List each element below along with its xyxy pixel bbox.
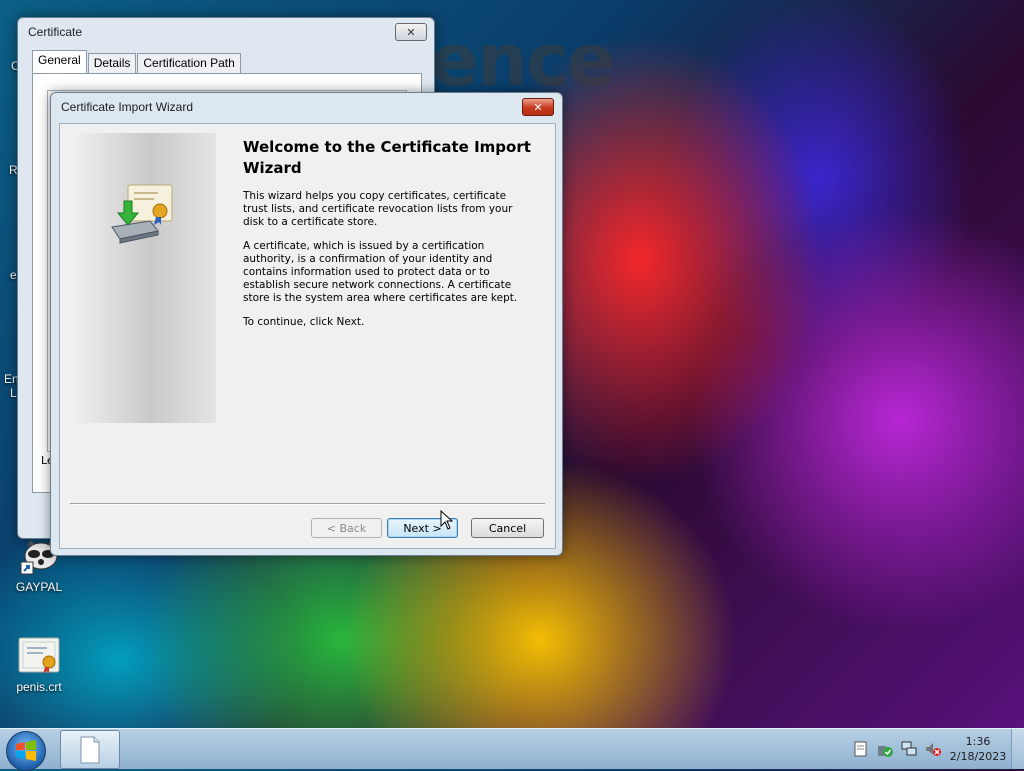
cancel-button[interactable]: Cancel xyxy=(471,518,544,538)
certificate-import-wizard-window[interactable]: Certificate Import Wizard ✕ Welcome to t… xyxy=(50,92,563,556)
wizard-paragraph: To continue, click Next. xyxy=(243,316,365,328)
desktop-icon-penis-crt[interactable]: penis.crt xyxy=(9,636,69,694)
certificate-file-icon xyxy=(17,636,61,676)
clock-date: 2/18/2023 xyxy=(949,750,1007,763)
desktop-icon-label: penis.crt xyxy=(16,680,62,694)
wizard-heading: Welcome to the Certificate Import Wizard xyxy=(243,138,531,177)
window-title: Certificate Import Wizard xyxy=(61,100,194,114)
wizard-side-banner xyxy=(70,133,216,423)
close-button[interactable]: ✕ xyxy=(522,98,554,116)
hidden-icon-letter: e xyxy=(10,268,17,282)
clock-time: 1:36 xyxy=(965,735,991,748)
tab-strip: General Details Certification Path xyxy=(32,50,242,73)
wizard-paragraph: A certificate, which is issued by a cert… xyxy=(243,240,518,304)
wallpaper-brand-text: ence xyxy=(430,18,616,102)
wizard-text-area: Welcome to the Certificate Import Wizard… xyxy=(243,137,533,340)
taskbar-item-document[interactable] xyxy=(60,730,120,769)
windows-logo-icon xyxy=(16,740,36,761)
show-desktop-button[interactable] xyxy=(1011,729,1024,769)
taskbar: 1:36 2/18/2023 xyxy=(0,728,1024,771)
certificate-import-icon xyxy=(110,181,176,250)
close-icon: ✕ xyxy=(533,100,543,114)
tab-certification-path[interactable]: Certification Path xyxy=(137,53,241,73)
hidden-icon-letter: L xyxy=(10,386,17,400)
tab-general[interactable]: General xyxy=(32,50,87,73)
system-tray: 1:36 2/18/2023 xyxy=(849,729,1024,769)
close-button[interactable]: ✕ xyxy=(395,23,427,41)
mouse-cursor-icon xyxy=(440,509,454,533)
back-button[interactable]: < Back xyxy=(311,518,382,538)
wizard-page: Welcome to the Certificate Import Wizard… xyxy=(59,123,556,549)
network-icon[interactable] xyxy=(900,740,918,758)
button-separator xyxy=(70,503,545,505)
wizard-paragraph: This wizard helps you copy certificates,… xyxy=(243,190,513,228)
volume-muted-icon[interactable] xyxy=(924,740,942,758)
start-button[interactable] xyxy=(6,731,46,771)
system-clock[interactable]: 1:36 2/18/2023 xyxy=(945,734,1011,764)
window-title: Certificate xyxy=(28,25,83,39)
security-shield-icon[interactable] xyxy=(876,740,894,758)
desktop-icon-label: GAYPAL xyxy=(15,580,63,594)
close-icon: ✕ xyxy=(406,25,416,39)
tab-details[interactable]: Details xyxy=(87,53,137,73)
document-icon xyxy=(80,736,100,763)
action-center-icon[interactable] xyxy=(852,740,870,758)
